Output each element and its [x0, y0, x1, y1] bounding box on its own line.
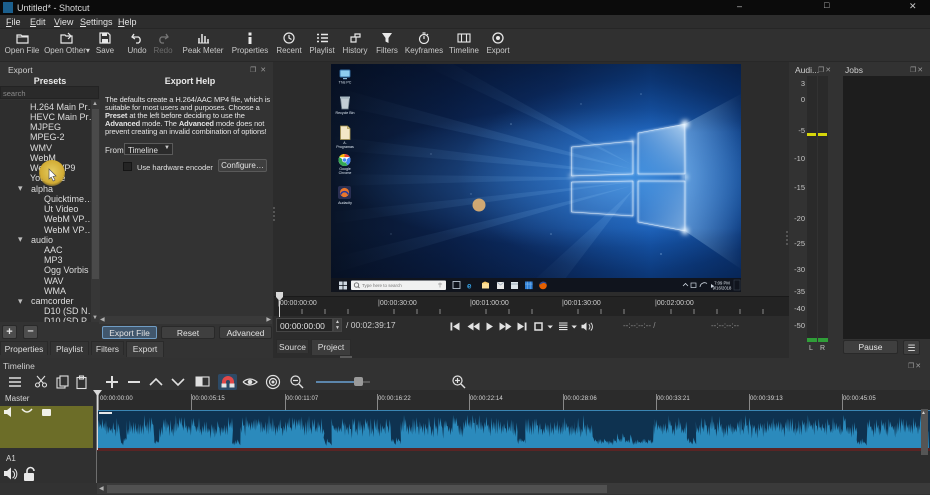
svg-text:9/16/2018: 9/16/2018	[713, 286, 732, 291]
svg-text:e: e	[467, 282, 472, 291]
svg-text:Audacity: Audacity	[338, 201, 352, 205]
svg-text:Recycle Bin: Recycle Bin	[336, 111, 355, 115]
svg-text:Chrome: Chrome	[339, 171, 352, 175]
svg-text:This PC: This PC	[339, 81, 352, 85]
svg-text:Programas: Programas	[336, 145, 354, 149]
svg-text:Type here to search: Type here to search	[362, 283, 402, 288]
